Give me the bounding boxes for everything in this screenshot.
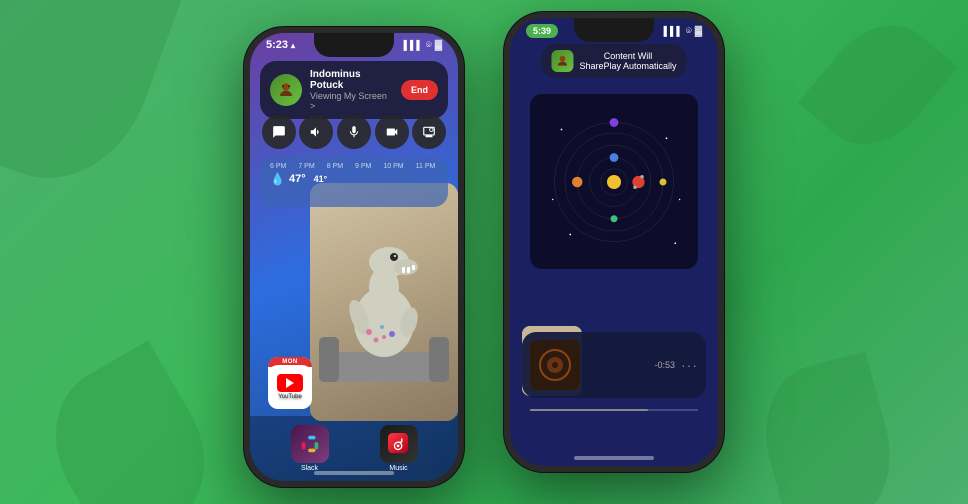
end-button[interactable]: End [401, 80, 438, 100]
youtube-play-triangle [286, 378, 294, 388]
signal-icon: ▌▌▌ [404, 40, 423, 50]
dino-svg [314, 202, 454, 402]
screen-ctrl-btn[interactable] [412, 115, 446, 149]
right-signal-icon: ▌▌▌ [664, 26, 683, 36]
right-battery-icon: ▓ [695, 26, 702, 37]
dino-placeholder [310, 183, 458, 421]
banner-subtitle: Viewing My Screen > [310, 91, 393, 111]
weather-times: 6 PM 7 PM 8 PM 9 PM 10 PM 11 PM [270, 163, 438, 170]
left-phone: 5:23 ▴ ▌▌▌ ⌾ ▓ Indominus Potuck [244, 27, 464, 487]
speaker-ctrl-btn[interactable] [299, 115, 333, 149]
banner-text: Indominus Potuck Viewing My Screen > [310, 69, 393, 111]
battery-icon: ▓ [435, 40, 442, 51]
location-icon: ▴ [291, 41, 295, 50]
banner-name: Indominus Potuck [310, 69, 393, 91]
wifi-icon: ⌾ [426, 40, 432, 51]
message-ctrl-btn[interactable] [262, 115, 296, 149]
video-ctrl-btn[interactable] [375, 115, 409, 149]
right-home-indicator [574, 456, 654, 460]
control-row [260, 115, 448, 149]
right-phone: 5:39 ▌▌▌ ⌾ ▓ Content WillSharePlay Autom… [504, 12, 724, 472]
youtube-logo [277, 374, 303, 392]
right-wifi-icon: ⌾ [686, 26, 692, 37]
rain-drop-icon: 💧 [270, 172, 285, 186]
album-art [530, 94, 698, 269]
right-phone-screen: 5:39 ▌▌▌ ⌾ ▓ Content WillSharePlay Autom… [510, 18, 718, 466]
dino-image [310, 183, 458, 421]
right-notch [574, 18, 654, 42]
avatar [270, 74, 302, 106]
content-notification: Content WillSharePlay Automatically [541, 44, 686, 78]
left-status-time: 5:23 ▴ [266, 39, 295, 51]
notif-avatar-icon [551, 50, 573, 72]
left-home-indicator [314, 471, 394, 475]
music-player-mini[interactable]: -0:53 ··· [522, 332, 706, 398]
more-options-icon[interactable]: ··· [681, 357, 698, 373]
right-status-icons: ▌▌▌ ⌾ ▓ [664, 26, 702, 37]
youtube-app-icon[interactable]: YouTube [268, 365, 312, 409]
album-art-svg [544, 112, 684, 252]
left-phone-screen: 5:23 ▴ ▌▌▌ ⌾ ▓ Indominus Potuck [250, 33, 458, 481]
weather-widget: 6 PM 7 PM 8 PM 9 PM 10 PM 11 PM 💧 47° 41… [260, 157, 448, 207]
slack-icon [291, 425, 329, 463]
weather-temp: 💧 47° 41° [270, 172, 438, 186]
notch [314, 33, 394, 57]
progress-fill [530, 409, 648, 411]
youtube-label: YouTube [278, 394, 302, 400]
green-time-pill: 5:39 [526, 24, 558, 38]
left-status-icons: ▌▌▌ ⌾ ▓ [404, 40, 442, 51]
dock-app-slack[interactable]: Slack [291, 425, 329, 472]
notif-text: Content WillSharePlay Automatically [579, 51, 676, 71]
shareplay-banner: Indominus Potuck Viewing My Screen > End [260, 61, 448, 119]
music-icon [380, 425, 418, 463]
music-timer: -0:53 [654, 360, 675, 370]
music-thumbnail [530, 340, 580, 390]
progress-bar[interactable] [530, 409, 698, 411]
mic-ctrl-btn[interactable] [337, 115, 371, 149]
dock-app-music[interactable]: Music [380, 425, 418, 472]
background-decoration [0, 0, 968, 504]
